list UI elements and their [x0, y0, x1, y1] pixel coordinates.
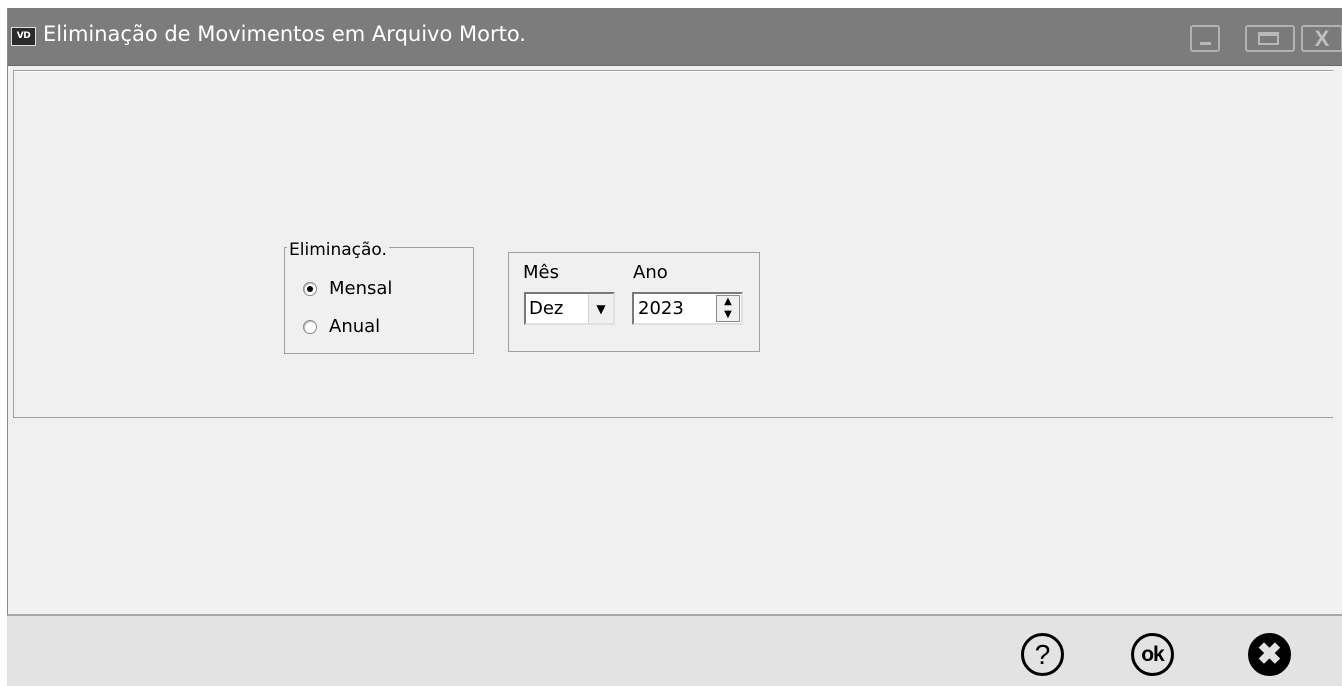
radio-mensal-indicator[interactable]	[303, 281, 317, 296]
ok-button[interactable]: ok	[1131, 633, 1174, 676]
year-value[interactable]: 2023	[638, 298, 684, 319]
minimize-icon	[1200, 42, 1211, 45]
spin-up-icon[interactable]: ▲	[717, 296, 739, 309]
spin-buttons[interactable]: ▲ ▼	[716, 295, 740, 322]
radio-mensal[interactable]: Mensal	[303, 278, 392, 299]
month-value: Dez	[529, 298, 564, 319]
close-button[interactable]: X	[1301, 25, 1342, 52]
help-icon: ?	[1034, 638, 1051, 670]
close-icon: X	[1314, 26, 1330, 51]
maximize-icon	[1258, 32, 1279, 45]
elimination-groupbox: Eliminação. Mensal Anual	[284, 240, 474, 354]
radio-anual-indicator[interactable]	[303, 319, 317, 334]
cancel-icon: ✖	[1256, 638, 1283, 671]
content-panel	[13, 70, 1333, 418]
footer-bar: ? ok ✖	[7, 614, 1342, 686]
radio-anual[interactable]: Anual	[303, 316, 380, 337]
chevron-down-icon[interactable]: ▼	[588, 294, 613, 323]
help-button[interactable]: ?	[1021, 633, 1064, 676]
year-label: Ano	[633, 262, 668, 283]
month-select[interactable]: Dez ▼	[524, 292, 615, 325]
maximize-button[interactable]	[1245, 25, 1295, 52]
month-label: Mês	[523, 262, 559, 283]
ok-icon: ok	[1141, 642, 1164, 666]
minimize-button[interactable]	[1190, 25, 1220, 52]
title-bar[interactable]: VD Eliminação de Movimentos em Arquivo M…	[8, 8, 1342, 66]
year-spinner[interactable]: 2023 ▲ ▼	[632, 292, 743, 325]
spin-down-icon[interactable]: ▼	[717, 309, 739, 322]
period-groupbox: Mês Ano Dez ▼ 2023 ▲ ▼	[508, 252, 760, 352]
cancel-button[interactable]: ✖	[1248, 633, 1291, 676]
radio-anual-label[interactable]: Anual	[329, 316, 380, 337]
window-title: Eliminação de Movimentos em Arquivo Mort…	[43, 22, 526, 46]
radio-mensal-label[interactable]: Mensal	[329, 278, 392, 299]
app-icon: VD	[11, 27, 36, 46]
elimination-legend: Eliminação.	[287, 240, 389, 260]
